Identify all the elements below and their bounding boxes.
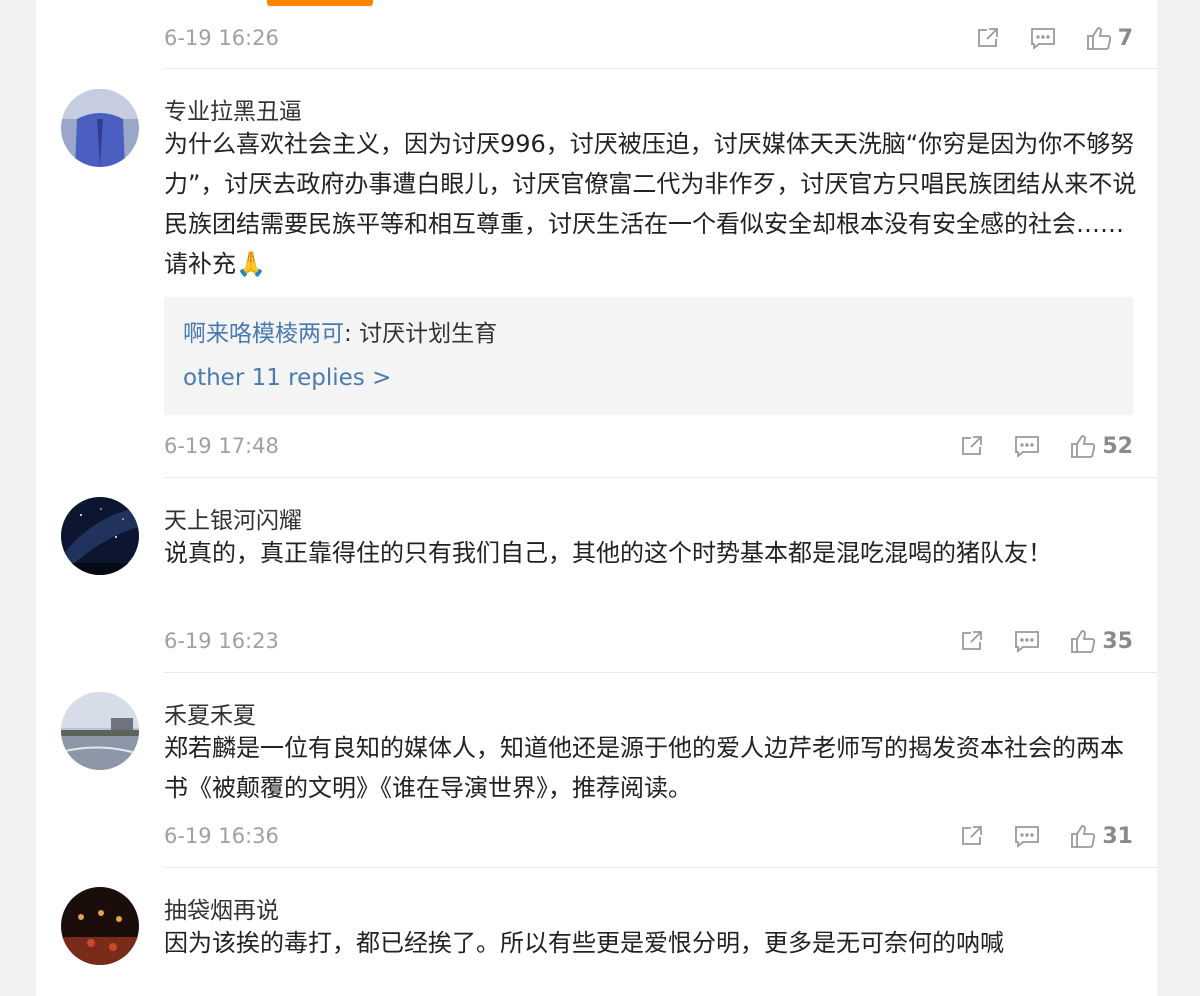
divider	[164, 477, 1157, 478]
like-button[interactable]: 52	[1070, 433, 1133, 459]
like-button[interactable]: 35	[1070, 628, 1133, 654]
share-icon	[977, 28, 998, 47]
thumbs-up-icon	[1071, 825, 1096, 848]
more-replies-link[interactable]: other 11 replies >	[183, 365, 391, 391]
thumbs-up-icon	[1086, 27, 1111, 50]
share-button[interactable]	[960, 824, 984, 848]
comment-button[interactable]	[1030, 26, 1056, 50]
like-count: 52	[1102, 433, 1133, 459]
avatar[interactable]	[61, 497, 139, 575]
reply-text: 讨厌计划生育	[359, 321, 498, 347]
comment-timestamp: 6-19 16:36	[164, 824, 279, 848]
comment-icon	[1015, 826, 1040, 848]
divider	[164, 867, 1157, 868]
like-count: 31	[1102, 823, 1133, 849]
comment-icon	[1015, 631, 1040, 653]
comment-text: 郑若麟是一位有良知的媒体人，知道他还是源于他的爱人边芹老师写的揭发资本社会的两本…	[164, 734, 1124, 802]
comment-username[interactable]: 禾夏禾夏	[164, 696, 256, 730]
divider	[164, 672, 1157, 673]
comment-button[interactable]	[1014, 629, 1040, 653]
active-tab-indicator	[267, 0, 373, 6]
comment-username[interactable]: 抽袋烟再说	[164, 891, 279, 925]
comment-username[interactable]: 专业拉黑丑逼	[164, 92, 302, 126]
like-button[interactable]: 7	[1086, 25, 1133, 51]
comment-button[interactable]	[1014, 824, 1040, 848]
avatar[interactable]	[61, 887, 139, 965]
comment-timestamp: 6-19 17:48	[164, 434, 279, 458]
comment-text: 为什么喜欢社会主义，因为讨厌996，讨厌被压迫，讨厌媒体天天洗脑“你穷是因为你不…	[164, 130, 1137, 278]
comment-icon	[1015, 436, 1040, 458]
share-button[interactable]	[960, 434, 984, 458]
like-button[interactable]: 31	[1070, 823, 1133, 849]
reply-preview[interactable]: 啊来咯模棱两可: 讨厌计划生育 other 11 replies >	[164, 297, 1133, 415]
share-button[interactable]	[976, 26, 1000, 50]
share-icon	[962, 631, 983, 650]
avatar[interactable]	[61, 89, 139, 167]
reply-line: 啊来咯模棱两可: 讨厌计划生育	[183, 314, 497, 348]
comment-text: 说真的，真正靠得住的只有我们自己，其他的这个时势基本都是混吃混喝的猪队友！	[164, 539, 1052, 567]
share-button[interactable]	[960, 629, 984, 653]
comment-actions: 31	[930, 822, 1133, 850]
comment-actions: 52	[930, 432, 1133, 460]
comment-actions: 7	[946, 24, 1133, 52]
share-icon	[962, 826, 983, 845]
comment-text: 因为该挨的毒打，都已经挨了。所以有些更是爱恨分明，更多是无可奈何的呐喊	[164, 929, 1004, 957]
avatar[interactable]	[61, 692, 139, 770]
thumbs-up-icon	[1071, 435, 1096, 458]
reply-separator: :	[344, 321, 360, 347]
thumbs-up-icon	[1071, 630, 1096, 653]
comment-timestamp: 6-19 16:23	[164, 629, 279, 653]
reply-username[interactable]: 啊来咯模棱两可	[183, 321, 344, 347]
like-count: 7	[1117, 25, 1133, 51]
comment-actions: 35	[930, 627, 1133, 655]
comment-button[interactable]	[1014, 434, 1040, 458]
comment-timestamp: 6-19 16:26	[164, 26, 279, 50]
comment-username[interactable]: 天上银河闪耀	[164, 501, 302, 535]
divider	[164, 68, 1157, 69]
comment-icon	[1030, 28, 1055, 50]
like-count: 35	[1102, 628, 1133, 654]
comment-feed: 6-19 16:26 7 专业拉黑丑逼 为什么喜欢社会主义，因为讨厌996，讨厌…	[36, 0, 1157, 996]
share-icon	[962, 436, 983, 455]
